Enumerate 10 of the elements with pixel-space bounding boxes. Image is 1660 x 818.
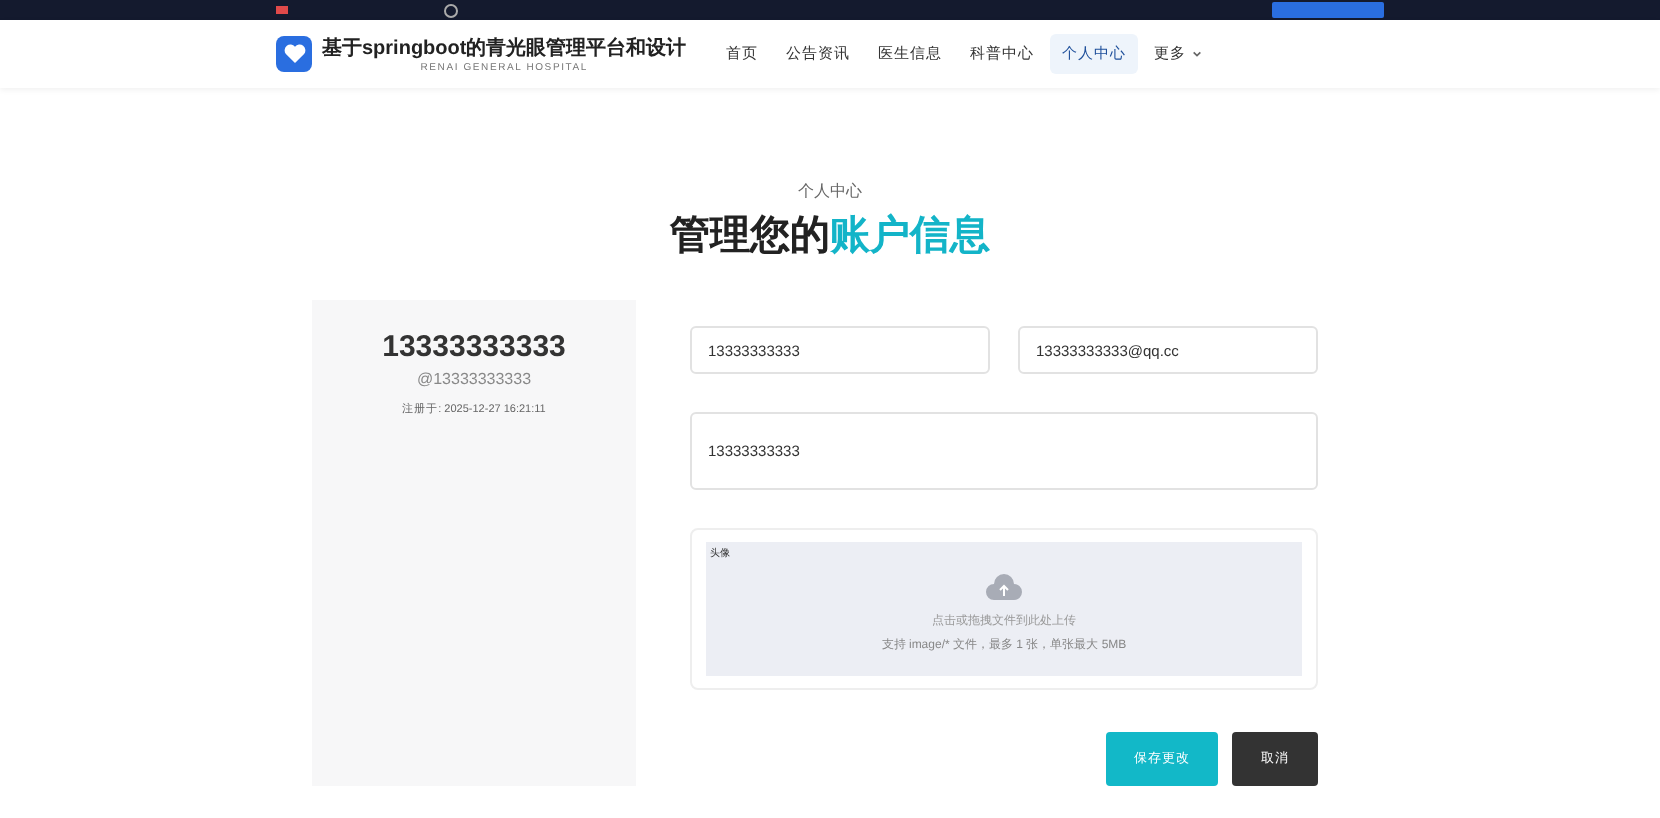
login-button[interactable]	[1272, 2, 1384, 18]
profile-name: 13333333333	[382, 330, 566, 364]
section-label: 个人中心	[796, 180, 864, 202]
caret-icon	[1192, 50, 1203, 58]
profile-handle: @13333333333	[416, 370, 532, 388]
clock-icon	[444, 3, 458, 17]
site-title: 基于springboot的青光眼管理平台和设计	[322, 35, 687, 62]
cloud-upload-icon	[984, 572, 1024, 604]
heart-logo-icon	[276, 36, 312, 72]
page-heading: 管理您的账户信息	[668, 211, 992, 262]
